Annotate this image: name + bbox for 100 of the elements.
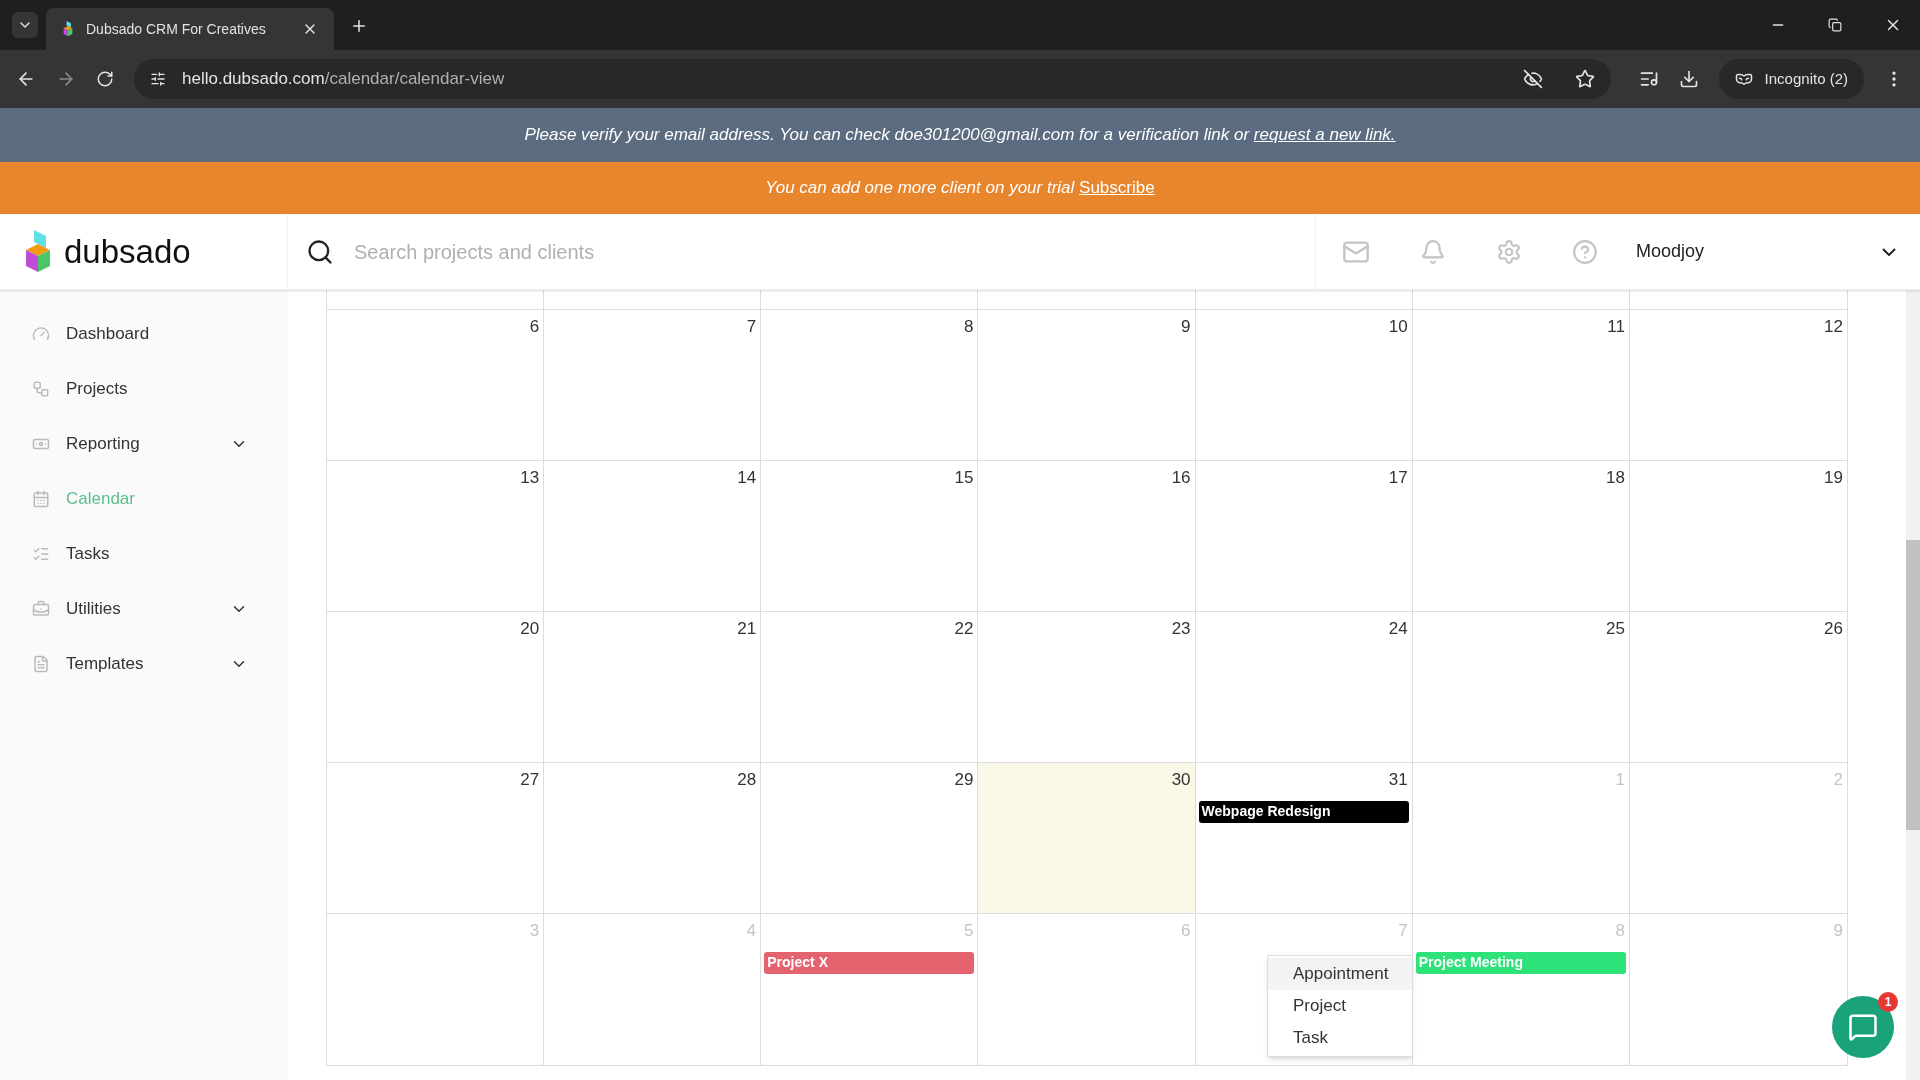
- day-number: 3: [529, 920, 541, 942]
- cube-logo-icon: [24, 229, 52, 274]
- day-cell[interactable]: 16: [978, 461, 1196, 611]
- day-cell[interactable]: 12: [1629, 310, 1847, 460]
- search-field[interactable]: Search projects and clients: [354, 236, 1315, 267]
- day-cell[interactable]: 24: [1195, 612, 1413, 762]
- new-tab-icon[interactable]: [350, 17, 368, 35]
- day-cell[interactable]: 20: [327, 612, 545, 762]
- day-number: 16: [1171, 467, 1192, 489]
- sidebar-label: Utilities: [66, 597, 122, 620]
- user-menu-button[interactable]: Moodjoy: [1636, 238, 1896, 265]
- menu-item[interactable]: Project: [1268, 990, 1412, 1022]
- day-number: 17: [1388, 467, 1409, 489]
- day-number: 6: [1181, 920, 1192, 942]
- day-number: 2: [1833, 769, 1844, 791]
- day-cell[interactable]: 30: [978, 763, 1196, 913]
- day-number: 22: [954, 618, 975, 640]
- day-cell[interactable]: 18: [1412, 461, 1630, 611]
- day-number: 9: [1181, 316, 1192, 338]
- day-number: 14: [737, 467, 758, 489]
- document-icon: [32, 654, 50, 673]
- day-number: 13: [520, 467, 541, 489]
- day-number: 31: [1388, 769, 1409, 791]
- day-cell[interactable]: 6: [327, 310, 545, 460]
- sidebar-label: Projects: [66, 377, 129, 400]
- trial-message: You can add one more client on your trial Subscribe: [765, 177, 1155, 200]
- menu-item[interactable]: Appointment: [1268, 958, 1412, 990]
- sidebar-item[interactable]: Dashboard: [0, 306, 288, 361]
- day-cell[interactable]: 14: [544, 461, 762, 611]
- sidebar-item[interactable]: Reporting: [0, 416, 288, 471]
- day-cell[interactable]: 28: [544, 763, 762, 913]
- day-cell[interactable]: 31 Webpage Redesign: [1195, 763, 1413, 913]
- chevron-down-icon: [1882, 247, 1896, 256]
- tab-list-button[interactable]: [12, 12, 38, 38]
- calendar-event[interactable]: Webpage Redesign: [1198, 800, 1409, 823]
- scrollbar-thumb[interactable]: [1906, 540, 1920, 830]
- day-cell[interactable]: 11: [1412, 310, 1630, 460]
- day-number: 10: [1388, 316, 1409, 338]
- sidebar-label: Calendar: [66, 487, 136, 510]
- day-number: 27: [520, 769, 541, 791]
- bookmark-star-icon[interactable]: [1574, 69, 1595, 89]
- browser-tab[interactable]: Dubsado CRM For Creatives: [46, 8, 334, 50]
- day-number: 12: [1824, 316, 1844, 338]
- day-cell[interactable]: 19: [1629, 461, 1847, 611]
- day-number: 21: [737, 618, 758, 640]
- day-cell[interactable]: 15: [761, 461, 979, 611]
- day-cell[interactable]: 9: [978, 310, 1196, 460]
- cube-favicon-icon: [62, 21, 74, 37]
- verify-message: Please verify your email address. You can check doe301200@gmail.com for a verification link or request a new link.: [524, 124, 1396, 147]
- address-bar[interactable]: hello.dubsado.com/calendar/calendar-view: [134, 59, 1611, 99]
- day-number: 25: [1605, 618, 1626, 640]
- sidebar-item[interactable]: Tasks: [0, 526, 288, 581]
- calendar-icon: [32, 489, 50, 508]
- download-icon[interactable]: [1678, 69, 1699, 89]
- day-number: 8: [1615, 920, 1626, 942]
- day-number: 23: [1171, 618, 1192, 640]
- sidebar-item[interactable]: Templates: [0, 636, 288, 691]
- sidebar-item[interactable]: Projects: [0, 361, 288, 416]
- day-cell[interactable]: 13: [327, 461, 545, 611]
- day-cell[interactable]: 26: [1629, 612, 1847, 762]
- sidebar-label: Templates: [66, 652, 145, 675]
- restore-icon[interactable]: [1828, 18, 1842, 32]
- chat-icon: [1848, 1012, 1878, 1042]
- day-number: 1: [1615, 769, 1626, 791]
- day-cell[interactable]: 10: [1195, 310, 1413, 460]
- sidebar-item[interactable]: Utilities: [0, 581, 288, 636]
- day-cell[interactable]: 17: [1195, 461, 1413, 611]
- day-number: 7: [1398, 920, 1409, 942]
- search-icon[interactable]: [306, 237, 334, 266]
- tab-title: Dubsado CRM For Creatives: [86, 19, 267, 39]
- day-number: 7: [746, 316, 758, 338]
- day-number: 26: [1824, 618, 1844, 640]
- sidebar-label: Reporting: [66, 432, 141, 455]
- day-number: 5: [963, 920, 975, 942]
- day-cell[interactable]: 8: [761, 310, 979, 460]
- reload-icon[interactable]: [96, 70, 114, 88]
- day-cell[interactable]: 21: [544, 612, 762, 762]
- flowchart-icon: [32, 379, 50, 398]
- day-cell[interactable]: 27: [327, 763, 545, 913]
- day-number: 6: [529, 316, 541, 338]
- day-number: 11: [1607, 316, 1626, 338]
- incognito-button[interactable]: Incognito (2): [1718, 59, 1864, 99]
- eye-off-icon[interactable]: [1522, 69, 1543, 89]
- day-cell[interactable]: 23: [978, 612, 1196, 762]
- notification-badge: 1: [1878, 992, 1898, 1012]
- day-number: 9: [1833, 920, 1844, 942]
- day-number: 24: [1388, 618, 1409, 640]
- request-link[interactable]: request a new link.: [1253, 125, 1396, 145]
- sidebar-label: Tasks: [66, 542, 111, 565]
- media-control-icon[interactable]: [1638, 69, 1659, 89]
- day-cell[interactable]: 22: [761, 612, 979, 762]
- day-cell[interactable]: 25: [1412, 612, 1630, 762]
- day-number: 18: [1605, 467, 1626, 489]
- menu-item[interactable]: Task: [1268, 1022, 1412, 1054]
- day-number: 8: [963, 316, 975, 338]
- site-info-icon[interactable]: [150, 71, 166, 87]
- sidebar-label: Dashboard: [66, 322, 151, 345]
- day-number: 15: [954, 467, 975, 489]
- day-cell[interactable]: 7: [544, 310, 762, 460]
- gauge-icon: [32, 324, 50, 343]
